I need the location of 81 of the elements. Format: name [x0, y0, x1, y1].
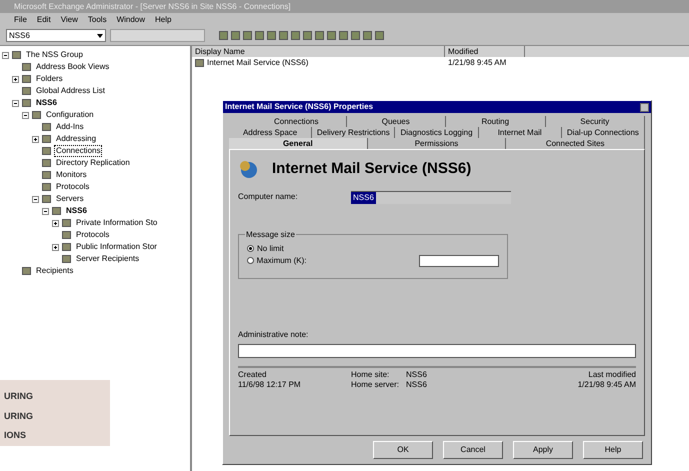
toolbar-icons-drawing[interactable]	[219, 31, 384, 40]
collapse-icon[interactable]	[42, 208, 49, 214]
collapse-icon[interactable]	[32, 196, 39, 202]
footer-value: NSS6	[406, 370, 428, 380]
tree-item[interactable]: Folders	[34, 73, 65, 85]
field-label: Computer name:	[238, 191, 299, 203]
collapse-icon[interactable]	[12, 100, 19, 106]
dialog-tab[interactable]: General	[229, 138, 368, 149]
footer-label: Home site:	[351, 370, 390, 380]
menu-item[interactable]: Edit	[36, 14, 51, 26]
radio-label: Maximum (K):	[256, 254, 306, 266]
column-header[interactable]: Modified	[445, 46, 525, 57]
tree-item[interactable]: Protocols	[74, 229, 112, 241]
title-bar: Microsoft Exchange Administrator - [Server NSS6 in Site NSS6 - Connections]	[0, 0, 689, 13]
service-heading: Internet Mail Service (NSS6)	[272, 159, 472, 179]
menu-item[interactable]: Tools	[88, 14, 107, 26]
dialog-button[interactable]: Apply	[513, 441, 573, 459]
tree-item[interactable]: Servers	[54, 193, 86, 205]
dropdown-icon	[97, 34, 103, 38]
dialog-tab[interactable]: Security	[546, 116, 645, 127]
footer-label: Last modified	[588, 370, 636, 380]
dialog-tab[interactable]: Dial-up Connections	[562, 127, 646, 138]
expand-icon[interactable]	[52, 220, 59, 226]
menu-item[interactable]: View	[60, 14, 78, 26]
dialog-tab[interactable]: Permissions	[368, 138, 506, 149]
dialog-button[interactable]: OK	[373, 441, 433, 459]
tree-item[interactable]: Directory Replication	[54, 157, 132, 169]
tree-item[interactable]: Private Information Sto	[74, 217, 160, 229]
dialog-tab[interactable]: Internet Mail	[478, 127, 562, 138]
tree-item[interactable]: Configuration	[44, 109, 96, 121]
tree-item[interactable]: Protocols	[54, 181, 92, 193]
dialog-button[interactable]: Help	[583, 441, 643, 459]
server-combo[interactable]: NSS6	[6, 29, 106, 42]
tree-item[interactable]: Recipients	[34, 265, 76, 277]
group-label: Message size	[245, 228, 296, 240]
menu-item[interactable]: File	[14, 14, 27, 26]
radio-label: No limit	[257, 242, 284, 254]
radio-button[interactable]	[247, 257, 254, 264]
dialog-button[interactable]: Cancel	[443, 441, 503, 459]
footer-label: Created	[238, 370, 268, 380]
dialog-tab[interactable]: Routing	[446, 116, 546, 127]
computer-name-field[interactable]: NSS6	[351, 190, 511, 204]
footer-value: 1/21/98 9:45 AM	[578, 380, 636, 390]
administrative-note-field[interactable]	[238, 344, 636, 358]
footer-value: NSS6	[406, 380, 428, 390]
footer-label: Home server:	[351, 380, 400, 390]
expand-icon[interactable]	[12, 76, 19, 82]
tree-item[interactable]: Add-Ins	[54, 121, 86, 133]
menu-item[interactable]: Help	[155, 14, 172, 26]
tree-item[interactable]: Addressing	[54, 133, 98, 145]
collapse-icon[interactable]	[2, 52, 9, 58]
list-cell: Internet Mail Service (NSS6)	[207, 56, 308, 68]
tree-item[interactable]: Global Address List	[34, 85, 107, 97]
menu-item[interactable]: Window	[116, 14, 146, 26]
list-cell-text: 1/21/98 9:45 AM	[447, 56, 508, 68]
tree-item[interactable]: Connections	[54, 145, 102, 157]
dialog-tab[interactable]: Queues	[346, 116, 446, 127]
note-text: URING	[4, 390, 34, 403]
tree-item[interactable]: Address Book Views	[34, 61, 112, 73]
note-text: IONS	[4, 429, 28, 442]
column-header[interactable]: Display Name	[192, 46, 445, 57]
tree-item[interactable]: NSS6	[34, 97, 59, 109]
globe-icon	[238, 159, 258, 180]
tree-item[interactable]: NSS6	[64, 205, 89, 217]
dialog-tab[interactable]: Diagnostics Logging	[395, 127, 479, 138]
expand-icon[interactable]	[52, 244, 59, 250]
maximum-size-field[interactable]	[419, 254, 499, 266]
collapse-icon[interactable]	[22, 112, 29, 118]
tree-item[interactable]: Server Recipients	[74, 253, 142, 265]
dialog-title: Internet Mail Service (NSS6) Properties	[225, 101, 374, 113]
dialog-tab[interactable]: Connected Sites	[506, 138, 646, 149]
tree-item[interactable]: The NSS Group	[24, 49, 85, 61]
dialog-tab[interactable]: Connections	[247, 116, 346, 127]
field-label: Administrative note:	[238, 328, 310, 340]
list-row[interactable]: Internet Mail Service (NSS6) 1/21/98 9:45 AM	[192, 57, 689, 68]
tree-item[interactable]: Monitors	[54, 169, 89, 181]
footer-value: 11/6/98 12:17 PM	[238, 380, 302, 390]
expand-icon[interactable]	[32, 136, 39, 142]
tree-item[interactable]: Public Information Stor	[74, 241, 159, 253]
radio-button[interactable]	[247, 245, 254, 252]
note-text: URING	[4, 410, 34, 422]
